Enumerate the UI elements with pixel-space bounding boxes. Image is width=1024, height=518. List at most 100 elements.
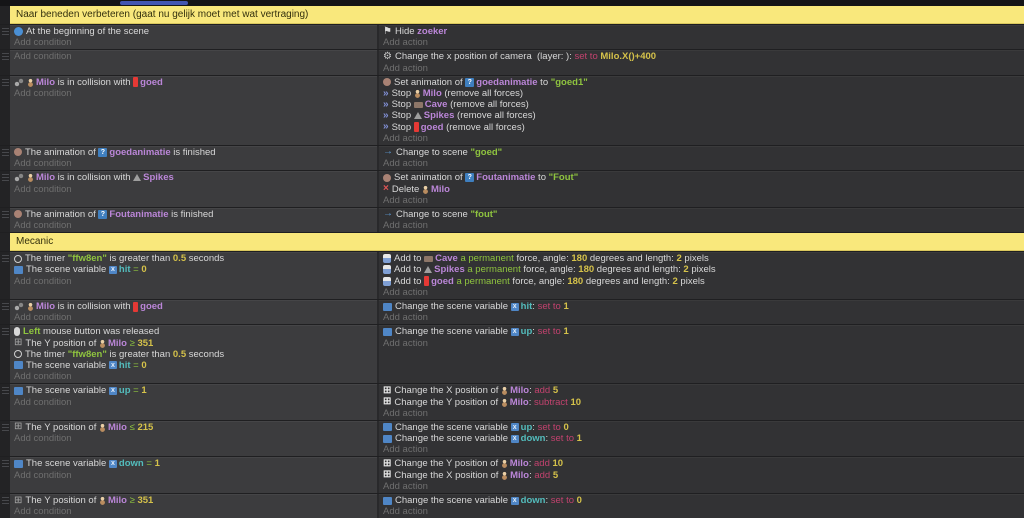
event-drag-handle[interactable] (1, 78, 9, 87)
add-condition-link[interactable]: Add condition (10, 396, 377, 408)
add-action-link[interactable]: Add action (379, 338, 1024, 349)
action-line[interactable]: Set animation of ? Foutanimatie to "Fout" (379, 172, 1024, 183)
event-drag-handle[interactable] (1, 302, 9, 311)
condition-line[interactable]: Milo is in collision with goed (10, 301, 377, 312)
add-action-link[interactable]: Add action (379, 444, 1024, 455)
event-drag-handle[interactable] (1, 255, 9, 264)
action-line[interactable]: Change the scene variable x up: set to 1 (379, 326, 1024, 337)
condition-line[interactable]: Milo is in collision with Spikes (10, 172, 377, 183)
comment-bar[interactable]: Mecanic (10, 233, 1024, 252)
action-line[interactable]: → Change to scene "fout" (379, 209, 1024, 220)
action-line[interactable]: Add to Cave a permanent force, angle: 18… (379, 253, 1024, 264)
condition-line[interactable]: ⊞ The Y position of Milo ≤ 215 (10, 422, 377, 433)
camera-icon: ⚙ (383, 51, 392, 62)
action-line[interactable]: ⊞ Change the Y position of Milo: subtract… (379, 396, 1024, 408)
add-condition-link[interactable]: Add condition (10, 433, 377, 444)
horizontal-scrollbar[interactable] (0, 0, 1024, 6)
sentence-segment: The scene variable (26, 458, 109, 470)
milo-thumbnail (501, 386, 509, 396)
event-gutter (0, 25, 10, 50)
collision-icon (14, 302, 24, 312)
sentence-segment: Change the X position of (394, 385, 502, 397)
change-scene-icon: → (383, 208, 393, 220)
condition-line[interactable]: The timer "ffw8en" is greater than 0.5 s… (10, 253, 377, 264)
add-condition-link[interactable]: Add condition (10, 276, 377, 287)
add-action-link[interactable]: Add action (379, 195, 1024, 206)
add-action-link[interactable]: Add action (379, 506, 1024, 517)
sentence-segment: force, angle: (509, 275, 568, 287)
add-condition-link[interactable]: Add condition (10, 506, 377, 517)
event-drag-handle[interactable] (1, 53, 9, 62)
event-drag-handle[interactable] (1, 148, 9, 157)
action-line[interactable]: ⚙ Change the x position of camera (layer:… (379, 51, 1024, 62)
add-condition-link[interactable]: Add condition (10, 158, 377, 169)
comment-bar[interactable]: Naar beneden verbeteren (gaat nu gelijk … (10, 6, 1024, 24)
add-action-link[interactable]: Add action (379, 481, 1024, 492)
add-action-link[interactable]: Add action (379, 312, 1024, 323)
add-condition-link[interactable]: Add condition (10, 371, 377, 382)
action-line[interactable]: × Delete Milo (379, 183, 1024, 195)
action-line[interactable]: Change the scene variable x down: set to … (379, 495, 1024, 506)
action-line[interactable]: » Stop Spikes (remove all forces) (379, 110, 1024, 121)
condition-line[interactable]: The scene variable x hit = 0 (10, 264, 377, 275)
action-line[interactable]: ⊞ Change the X position of Milo: add 5 (379, 470, 1024, 481)
add-action-link[interactable]: Add action (379, 220, 1024, 231)
sentence-segment: down (520, 433, 546, 445)
action-line[interactable]: ⊞ Change the X position of Milo: add 5 (379, 385, 1024, 396)
event-drag-handle[interactable] (1, 174, 9, 183)
sentence-segment: add (534, 458, 553, 470)
add-condition-link[interactable]: Add condition (10, 51, 377, 62)
goed-thumbnail (424, 276, 430, 287)
condition-line[interactable]: The scene variable x up = 1 (10, 385, 377, 396)
condition-line[interactable]: The animation of ? Foutanimatie is finish… (10, 209, 377, 220)
action-line[interactable]: » Stop Cave (remove all forces) (379, 99, 1024, 110)
event-drag-handle[interactable] (1, 28, 9, 36)
add-condition-link[interactable]: Add condition (10, 88, 377, 99)
sentence-segment: hit (118, 264, 131, 276)
action-line[interactable]: Add to Spikes a permanent force, angle: … (379, 264, 1024, 275)
condition-line[interactable]: The scene variable x hit = 0 (10, 360, 377, 371)
milo-thumbnail (27, 173, 34, 183)
action-line[interactable]: Change the scene variable x down: set to … (379, 433, 1024, 444)
add-action-link[interactable]: Add action (379, 37, 1024, 48)
add-condition-link[interactable]: Add condition (10, 470, 377, 481)
event-drag-handle[interactable] (1, 328, 9, 337)
add-condition-link[interactable]: Add condition (10, 183, 377, 195)
action-line[interactable]: Set animation of ? goedanimatie to "goed1… (379, 77, 1024, 88)
add-action-link[interactable]: Add action (379, 408, 1024, 419)
condition-line[interactable]: ⊞ The Y position of Milo ≥ 351 (10, 338, 377, 349)
add-action-link[interactable]: Add action (379, 287, 1024, 298)
event-drag-handle[interactable] (1, 460, 9, 469)
event-drag-handle[interactable] (1, 387, 9, 396)
condition-line[interactable]: The scene variable x down = 1 (10, 458, 377, 469)
action-line[interactable]: ⚑ Hide zoeker (379, 26, 1024, 37)
action-line[interactable]: Change the scene variable x hit: set to 1 (379, 301, 1024, 312)
add-action-link[interactable]: Add action (379, 133, 1024, 144)
add-action-link[interactable]: Add action (379, 158, 1024, 169)
condition-line[interactable]: Milo is in collision with goed (10, 77, 377, 88)
condition-line[interactable]: Left mouse button was released (10, 326, 377, 337)
action-line[interactable]: » Stop Milo (remove all forces) (379, 88, 1024, 99)
event-drag-handle[interactable] (1, 496, 9, 505)
action-line[interactable]: » Stop goed (remove all forces) (379, 122, 1024, 133)
condition-line[interactable]: The animation of ? goedanimatie is finish… (10, 147, 377, 158)
event-gutter (0, 207, 10, 233)
event-drag-handle[interactable] (1, 423, 9, 432)
event-drag-handle[interactable] (1, 210, 9, 219)
add-condition-link[interactable]: Add condition (10, 220, 377, 231)
action-line[interactable]: Change the scene variable x up: set to 0 (379, 422, 1024, 433)
condition-line[interactable]: At the beginning of the scene (10, 26, 377, 37)
action-line[interactable]: → Change to scene "goed" (379, 147, 1024, 158)
scrollbar-thumb[interactable] (120, 1, 188, 5)
condition-line[interactable]: The timer "ffw8en" is greater than 0.5 s… (10, 349, 377, 360)
conditions-column: The animation of ? Foutanimatie is finish… (10, 207, 377, 233)
action-line[interactable]: ⊞ Change the Y position of Milo: add 10 (379, 458, 1024, 469)
add-action-link[interactable]: Add action (379, 63, 1024, 74)
add-condition-link[interactable]: Add condition (10, 312, 377, 323)
condition-line[interactable]: ⊞ The Y position of Milo ≥ 351 (10, 495, 377, 506)
sentence-segment: 10 (552, 458, 564, 470)
question-mark-thumbnail: ? (465, 77, 475, 87)
action-line[interactable]: Add to goed a permanent force, angle: 18… (379, 276, 1024, 287)
add-condition-link[interactable]: Add condition (10, 37, 377, 48)
conditions-column: Left mouse button was released ⊞ The Y pos… (10, 325, 377, 384)
